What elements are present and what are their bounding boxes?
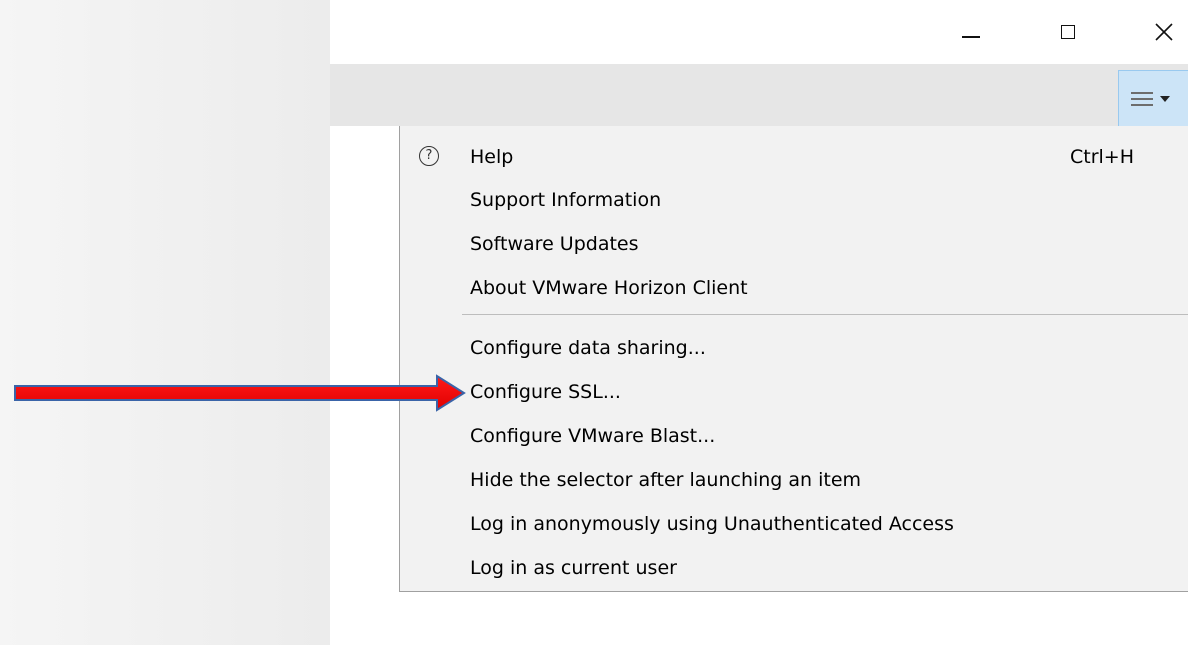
menu-item-configure-data-sharing[interactable]: Configure data sharing...	[400, 329, 1188, 369]
menu-item-about[interactable]: About VMware Horizon Client	[400, 269, 1188, 309]
minimize-icon	[962, 36, 980, 38]
menu-item-log-in-anonymously[interactable]: Log in anonymously using Unauthenticated…	[400, 505, 1188, 545]
menu-item-shortcut: Ctrl+H	[1070, 146, 1135, 168]
maximize-icon	[1061, 25, 1075, 39]
menu-item-label: Support Information	[470, 189, 662, 211]
menu-item-label: Software Updates	[470, 233, 639, 255]
menu-item-label: Configure data sharing...	[470, 337, 706, 359]
menu-item-label: Log in anonymously using Unauthenticated…	[470, 513, 954, 535]
toolbar	[330, 64, 1188, 128]
menu-separator	[462, 314, 1188, 315]
title-bar	[330, 0, 1188, 64]
menu-item-help[interactable]: ? Help Ctrl+H	[400, 138, 1188, 178]
menu-item-label: About VMware Horizon Client	[470, 277, 748, 299]
red-arrow-annotation	[14, 374, 466, 412]
minimize-button[interactable]	[948, 10, 994, 54]
menu-item-label: Configure VMware Blast...	[470, 425, 716, 447]
menu-item-label: Hide the selector after launching an ite…	[470, 469, 862, 491]
menu-item-configure-vmware-blast[interactable]: Configure VMware Blast...	[400, 417, 1188, 457]
caret-down-icon	[1160, 96, 1170, 102]
close-icon	[1155, 23, 1173, 41]
menu-item-label: Configure SSL...	[470, 381, 621, 403]
menu-item-label: Log in as current user	[470, 557, 677, 579]
menu-item-software-updates[interactable]: Software Updates	[400, 225, 1188, 265]
desktop-background	[0, 0, 330, 645]
hamburger-menu-icon	[1131, 92, 1153, 106]
close-button[interactable]	[1141, 10, 1187, 54]
menu-item-log-in-current-user[interactable]: Log in as current user	[400, 549, 1188, 589]
options-menu: ? Help Ctrl+H Support Information Softwa…	[399, 126, 1188, 592]
maximize-button[interactable]	[1045, 10, 1091, 54]
menu-dropdown-button[interactable]	[1118, 70, 1188, 128]
menu-item-label: Help	[470, 146, 514, 168]
menu-item-support-information[interactable]: Support Information	[400, 181, 1188, 221]
menu-item-hide-selector[interactable]: Hide the selector after launching an ite…	[400, 461, 1188, 501]
help-icon: ?	[419, 146, 439, 166]
menu-item-configure-ssl[interactable]: Configure SSL...	[400, 373, 1188, 413]
